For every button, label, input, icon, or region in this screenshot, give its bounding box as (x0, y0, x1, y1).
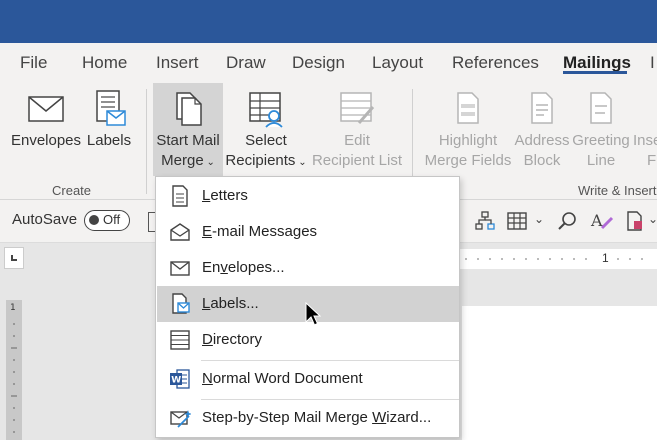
start-mail-merge-button[interactable]: Start Mail Merge ⌄ (153, 83, 223, 176)
start-mail-merge-line2: Merge ⌄ (161, 152, 215, 169)
start-mail-merge-icon (176, 92, 202, 126)
greeting-line-icon (590, 92, 612, 124)
envelopes-button[interactable]: Envelopes (10, 89, 82, 151)
mouse-cursor-icon (305, 302, 321, 326)
title-bar (0, 0, 657, 43)
wizard-icon (170, 410, 191, 428)
table-icon[interactable] (506, 210, 528, 237)
ribbon-tabs: File Home Insert Draw Design Layout Refe… (0, 43, 657, 83)
vertical-ruler[interactable]: 1 (6, 300, 22, 440)
edit-recipient-list-button[interactable]: Edit Recipient List (310, 89, 404, 171)
insert-merge-field-line2: F (647, 152, 657, 169)
select-recipients-line2: Recipients ⌄ (225, 152, 307, 169)
edit-list-icon (340, 92, 375, 124)
tab-mailings[interactable]: Mailings (563, 53, 631, 73)
menu-item-mail-merge-wizard[interactable]: Step-by-Step Mail Merge Wizard... (157, 400, 459, 436)
ruler-tab-selector[interactable] (4, 247, 24, 269)
svg-text:W: W (171, 376, 181, 386)
chevron-down-icon[interactable]: ⌄ (534, 212, 544, 226)
greeting-line-button[interactable]: Greeting Line (570, 89, 632, 171)
tab-design[interactable]: Design (292, 53, 345, 73)
tab-more[interactable]: I (650, 53, 655, 73)
autosave-toggle[interactable]: Off (84, 210, 130, 231)
active-tab-indicator (563, 71, 627, 74)
greeting-line-line2: Line (586, 152, 616, 169)
menu-item-label: Letters (202, 187, 248, 204)
spelling-icon[interactable]: A (590, 210, 614, 237)
chevron-down-icon[interactable]: ⌄ (648, 212, 657, 226)
menu-item-label: Directory (202, 331, 263, 348)
select-recipients-button[interactable]: Select Recipients ⌄ (224, 89, 308, 173)
labels-icon (172, 293, 190, 314)
highlight-merge-fields-line2: Merge Fields (424, 152, 512, 169)
insert-merge-field-button[interactable]: Inse F (633, 89, 657, 171)
tab-file[interactable]: File (20, 53, 47, 73)
envelopes-label: Envelopes (10, 132, 82, 149)
address-block-line1: Address (514, 132, 570, 149)
greeting-line-line1: Greeting (572, 132, 630, 149)
directory-icon (170, 330, 190, 350)
word-document-icon: W (170, 369, 190, 389)
create-group-label: Create (52, 183, 92, 198)
menu-item-letters[interactable]: Letters (157, 178, 459, 214)
address-block-button[interactable]: Address Block (512, 89, 572, 171)
tab-references[interactable]: References (452, 53, 539, 73)
chevron-down-icon: ⌄ (203, 157, 215, 168)
address-block-line2: Block (523, 152, 561, 169)
tab-layout[interactable]: Layout (372, 53, 423, 73)
svg-text:1: 1 (10, 303, 16, 313)
edit-recipient-list-line2: Recipient List (311, 152, 403, 169)
svg-text:A: A (590, 211, 603, 230)
start-mail-merge-line1: Start Mail (156, 132, 220, 149)
tab-insert[interactable]: Insert (156, 53, 199, 73)
ruler-mark: 1 (602, 251, 609, 265)
write-insert-group-label: Write & Insert (578, 183, 657, 198)
tab-home[interactable]: Home (82, 53, 127, 73)
toggle-knob (89, 215, 99, 225)
edit-recipient-list-line1: Edit (344, 132, 370, 149)
select-recipients-icon (249, 92, 283, 128)
ruler-ticks (465, 258, 643, 260)
letter-icon (172, 185, 188, 207)
chevron-down-icon: ⌄ (295, 157, 307, 168)
address-block-icon (531, 92, 553, 124)
menu-item-label: Labels... (202, 295, 259, 312)
menu-item-envelopes[interactable]: Envelopes... (157, 250, 459, 286)
highlight-fields-icon (457, 92, 479, 124)
tab-draw[interactable]: Draw (226, 53, 266, 73)
envelope-icon (170, 261, 190, 276)
search-icon[interactable] (556, 210, 578, 237)
menu-item-label: Normal Word Document (202, 370, 363, 387)
labels-icon (96, 90, 126, 126)
horizontal-ruler[interactable]: 1 (460, 249, 657, 269)
menu-item-email-messages[interactable]: E-mail Messages (157, 214, 459, 250)
document-page[interactable] (462, 306, 657, 440)
envelope-icon (28, 96, 64, 122)
insert-merge-field-line1: Inse (633, 132, 657, 149)
select-recipients-line1: Select (245, 132, 287, 149)
highlight-merge-fields-line1: Highlight (438, 132, 498, 149)
menu-item-normal-word-document[interactable]: W Normal Word Document (157, 361, 459, 397)
org-chart-icon[interactable] (474, 210, 496, 237)
document-icon[interactable] (624, 210, 646, 237)
menu-item-label: Step-by-Step Mail Merge Wizard... (202, 409, 432, 426)
group-separator (146, 89, 147, 194)
menu-item-label: Envelopes... (202, 259, 285, 276)
labels-button[interactable]: Labels (84, 89, 134, 151)
autosave-label: AutoSave (12, 211, 78, 228)
highlight-merge-fields-button[interactable]: Highlight Merge Fields (422, 89, 514, 171)
menu-item-label: E-mail Messages (202, 223, 318, 240)
autosave-toggle-state: Off (103, 212, 121, 227)
email-icon (170, 223, 190, 241)
labels-label: Labels (86, 132, 132, 149)
